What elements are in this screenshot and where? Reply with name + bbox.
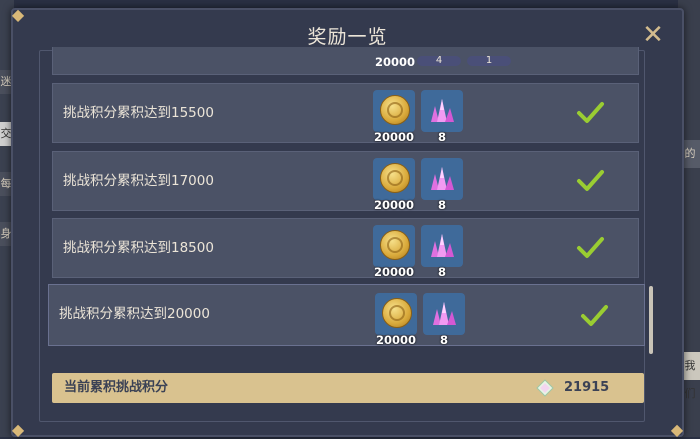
claimed-check-icon (575, 166, 605, 196)
crystal-icon (431, 167, 454, 190)
item-count-pill: 4 (417, 56, 461, 66)
crystal-icon (433, 302, 456, 325)
corner-ornament-icon: ◆ (670, 420, 684, 439)
mora-coin-icon (380, 95, 410, 125)
reward-row-label: 挑战积分累积达到18500 (63, 240, 214, 256)
coin-count: 20000 (375, 333, 416, 347)
current-score-bar: 当前累积挑战积分 21915 (52, 373, 644, 403)
crystal-icon (431, 234, 454, 257)
item-count-pill: 1 (467, 56, 511, 66)
corner-ornament-icon: ◆ (11, 420, 25, 439)
crystal-count: 8 (439, 333, 448, 347)
reward-row: 挑战积分累积达到18500 20000 8 (52, 218, 639, 279)
claimed-check-icon (579, 301, 609, 331)
reward-row-label: 挑战积分累积达到20000 (59, 306, 210, 322)
coin-reward-item[interactable]: 20000 (375, 293, 417, 347)
coin-reward-item[interactable]: 20000 (373, 90, 415, 144)
reward-row-partial: 20000 4 1 (52, 47, 639, 75)
crystal-reward-item[interactable]: 8 (421, 225, 463, 279)
mora-coin-icon (382, 298, 412, 328)
crystal-count: 8 (437, 198, 446, 212)
list-scrollbar[interactable] (649, 286, 653, 354)
crystal-count: 8 (437, 130, 446, 144)
crystal-count: 8 (437, 265, 446, 279)
mora-coin-icon (380, 163, 410, 193)
claimed-check-icon (575, 98, 605, 128)
coin-count: 20000 (373, 265, 414, 279)
mora-coin-icon (380, 230, 410, 260)
coin-reward-item[interactable]: 20000 (373, 158, 415, 212)
reward-row-selected: 挑战积分累积达到20000 20000 8 (48, 284, 645, 347)
coin-count: 20000 (373, 130, 414, 144)
current-score-label: 当前累积挑战积分 (64, 380, 169, 395)
current-score-value: 21915 (564, 380, 610, 395)
reward-row: 挑战积分累积达到17000 20000 8 (52, 151, 639, 212)
reward-row-label: 挑战积分累积达到17000 (63, 173, 214, 189)
close-button[interactable]: ✕ (640, 22, 666, 48)
dialog-title: 奖励一览 (307, 26, 388, 48)
gem-icon (536, 379, 554, 397)
claimed-check-icon (575, 233, 605, 263)
crystal-icon (431, 99, 454, 122)
reward-row-label: 挑战积分累积达到15500 (63, 105, 214, 121)
coin-reward-item[interactable]: 20000 (373, 225, 415, 279)
coin-count: 20000 (375, 55, 416, 69)
crystal-reward-item[interactable]: 8 (423, 293, 465, 347)
close-icon: ✕ (642, 20, 664, 50)
crystal-reward-item[interactable]: 8 (421, 158, 463, 212)
crystal-reward-item[interactable]: 8 (421, 90, 463, 144)
reward-row: 挑战积分累积达到15500 20000 8 (52, 83, 639, 144)
coin-count: 20000 (373, 198, 414, 212)
